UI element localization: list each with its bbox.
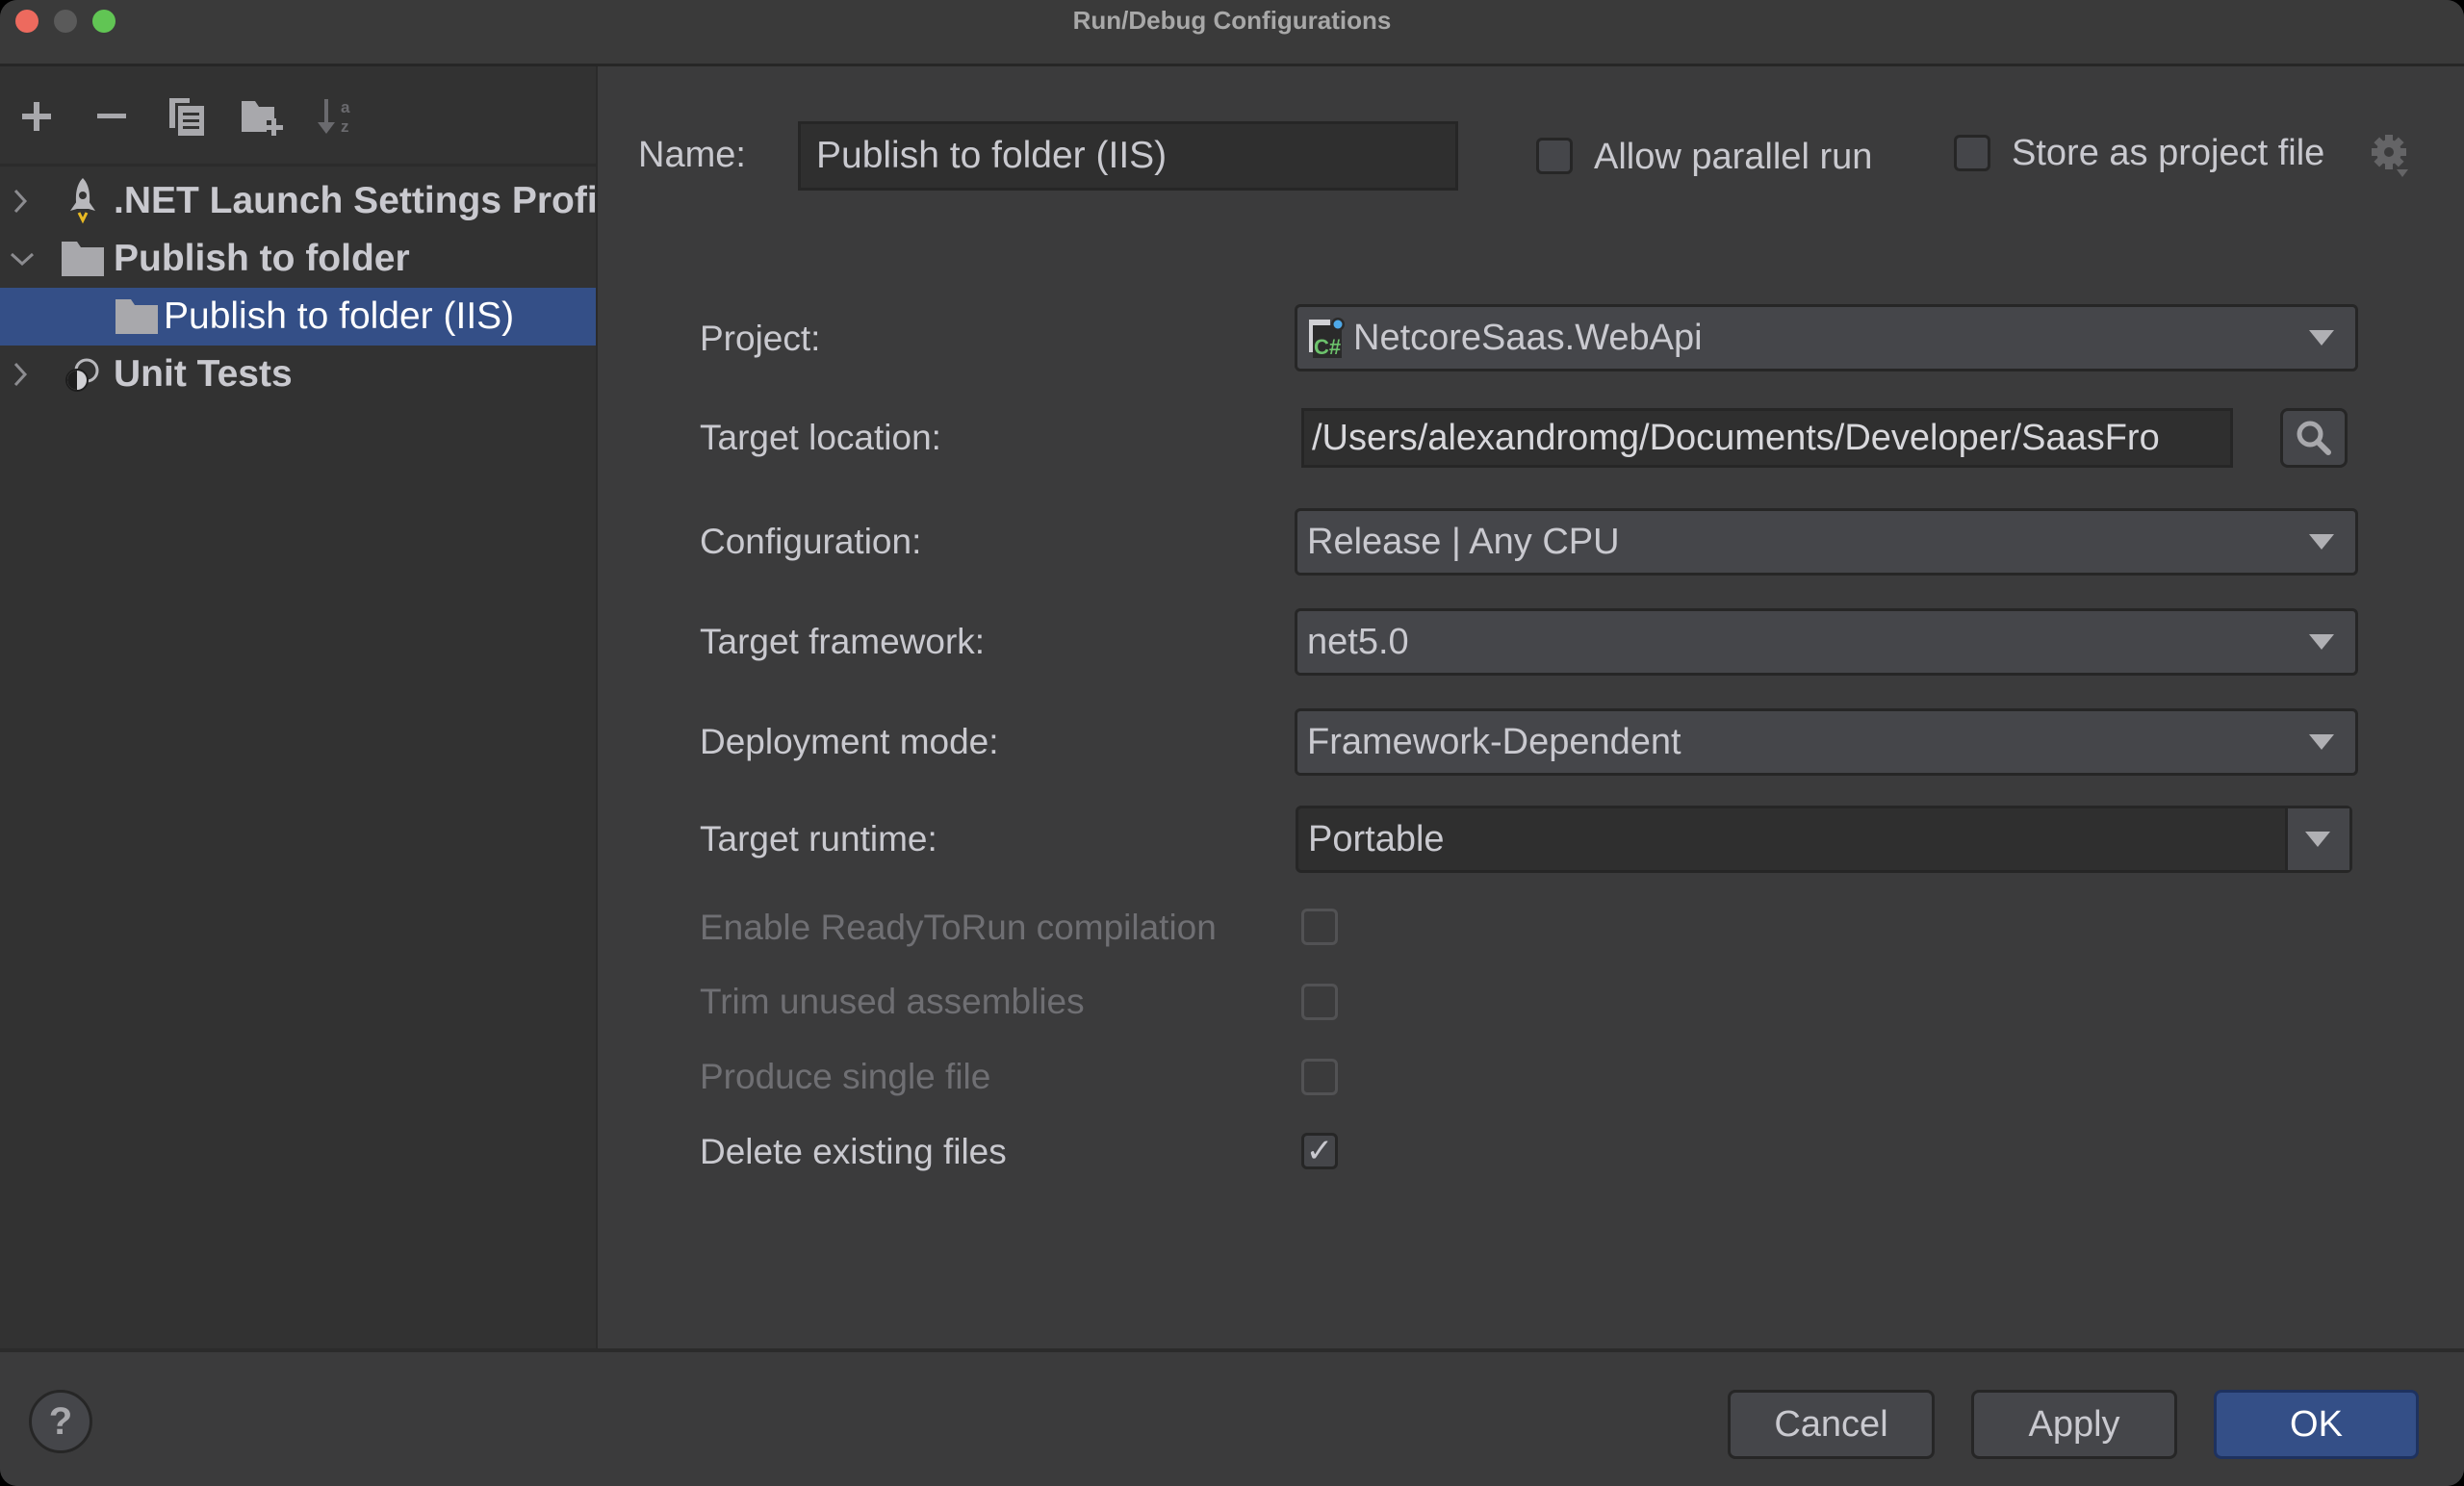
store-as-project-file-checkbox[interactable] xyxy=(1954,135,1990,171)
delete-existing-files-checkbox[interactable]: ✓ xyxy=(1301,1133,1338,1169)
ready-to-run-checkbox[interactable] xyxy=(1301,909,1338,945)
chevron-right-icon[interactable] xyxy=(6,187,35,216)
help-button[interactable]: ? xyxy=(29,1390,92,1453)
delete-existing-files-label: Delete existing files xyxy=(700,1132,1007,1171)
project-value: NetcoreSaas.WebApi xyxy=(1353,317,1703,358)
ok-button[interactable]: OK xyxy=(2214,1390,2419,1459)
tree-item-label: Publish to folder xyxy=(114,238,410,279)
window-title: Run/Debug Configurations xyxy=(1072,6,1392,35)
dialog-footer: ? Cancel Apply OK xyxy=(0,1348,2464,1486)
chevron-down-icon xyxy=(2309,534,2334,550)
name-label: Name: xyxy=(638,135,746,175)
chevron-down-icon xyxy=(2309,734,2334,750)
gear-icon[interactable] xyxy=(2370,131,2410,184)
sidebar-toolbar: az xyxy=(0,66,596,167)
svg-text:z: z xyxy=(341,117,349,136)
target-location-input[interactable]: /Users/alexandromg/Documents/Developer/S… xyxy=(1301,408,2233,468)
tree-item-net-launch-settings[interactable]: .NET Launch Settings Profile xyxy=(0,172,596,230)
tree-item-label: .NET Launch Settings Profile xyxy=(114,180,596,221)
cancel-button[interactable]: Cancel xyxy=(1728,1390,1935,1459)
target-runtime-dropdown-button[interactable] xyxy=(2285,808,2349,870)
target-runtime-value: Portable xyxy=(1308,818,1445,859)
target-framework-label: Target framework: xyxy=(700,622,986,661)
chevron-down-icon xyxy=(2309,634,2334,650)
configuration-dropdown[interactable]: Release | Any CPU xyxy=(1295,508,2358,576)
chevron-down-icon xyxy=(2305,832,2330,847)
run-debug-configurations-dialog: Run/Debug Configurations az .NET Launch … xyxy=(0,0,2464,1486)
apply-button[interactable]: Apply xyxy=(1971,1390,2177,1459)
configuration-value: Release | Any CPU xyxy=(1307,521,1620,562)
copy-configuration-button[interactable] xyxy=(160,90,214,143)
svg-text:a: a xyxy=(341,98,350,116)
tree-item-label: Publish to folder (IIS) xyxy=(164,295,515,337)
trim-unused-assemblies-checkbox[interactable] xyxy=(1301,984,1338,1020)
deployment-mode-value: Framework-Dependent xyxy=(1307,721,1681,762)
configurations-sidebar: az .NET Launch Settings Profile Publish … xyxy=(0,66,598,1382)
sort-alphabetically-icon: az xyxy=(318,98,350,136)
produce-single-file-label: Produce single file xyxy=(700,1057,991,1096)
new-folder-button[interactable] xyxy=(235,90,289,143)
name-input[interactable]: Publish to folder (IIS) xyxy=(798,121,1458,191)
produce-single-file-checkbox[interactable] xyxy=(1301,1059,1338,1095)
target-framework-value: net5.0 xyxy=(1307,621,1409,662)
csharp-project-icon: C# xyxy=(1307,316,1348,360)
folder-icon xyxy=(62,240,104,276)
ready-to-run-label: Enable ReadyToRun compilation xyxy=(700,908,1217,947)
sort-configurations-button[interactable]: az xyxy=(310,90,364,143)
trim-unused-assemblies-label: Trim unused assemblies xyxy=(700,982,1085,1021)
tree-item-unit-tests[interactable]: Unit Tests xyxy=(0,346,596,403)
new-folder-icon xyxy=(242,101,283,136)
search-icon xyxy=(2297,421,2331,455)
copy-icon xyxy=(169,98,204,136)
target-runtime-label: Target runtime: xyxy=(700,819,937,858)
store-as-project-file-label: Store as project file xyxy=(2012,133,2325,173)
deployment-mode-dropdown[interactable]: Framework-Dependent xyxy=(1295,708,2358,776)
unit-tests-icon xyxy=(62,355,102,396)
add-icon xyxy=(22,102,51,131)
configuration-label: Configuration: xyxy=(700,522,922,561)
remove-configuration-button[interactable] xyxy=(85,90,139,143)
allow-parallel-run-label: Allow parallel run xyxy=(1594,137,1873,177)
target-runtime-combobox[interactable]: Portable xyxy=(1296,806,2352,873)
chevron-down-icon xyxy=(2309,330,2334,346)
remove-icon xyxy=(97,114,126,118)
tree-item-label: Unit Tests xyxy=(114,353,293,395)
add-configuration-button[interactable] xyxy=(10,90,64,143)
project-label: Project: xyxy=(700,319,821,358)
chevron-down-icon[interactable] xyxy=(8,244,37,273)
svg-text:C#: C# xyxy=(1314,335,1341,359)
tree-item-publish-to-folder-iis[interactable]: Publish to folder (IIS) xyxy=(0,288,596,346)
target-framework-dropdown[interactable]: net5.0 xyxy=(1295,608,2358,676)
chevron-right-icon[interactable] xyxy=(6,360,35,389)
folder-icon xyxy=(116,299,158,334)
deployment-mode-label: Deployment mode: xyxy=(700,722,999,761)
tree-item-publish-to-folder[interactable]: Publish to folder xyxy=(0,230,596,288)
allow-parallel-run-checkbox[interactable] xyxy=(1536,138,1573,174)
project-dropdown[interactable]: C# NetcoreSaas.WebApi xyxy=(1295,304,2358,372)
target-location-label: Target location: xyxy=(700,418,941,457)
checkmark-icon: ✓ xyxy=(1305,1133,1334,1169)
rocket-icon xyxy=(64,176,102,226)
browse-target-location-button[interactable] xyxy=(2280,408,2348,468)
title-bar: Run/Debug Configurations xyxy=(0,0,2464,66)
